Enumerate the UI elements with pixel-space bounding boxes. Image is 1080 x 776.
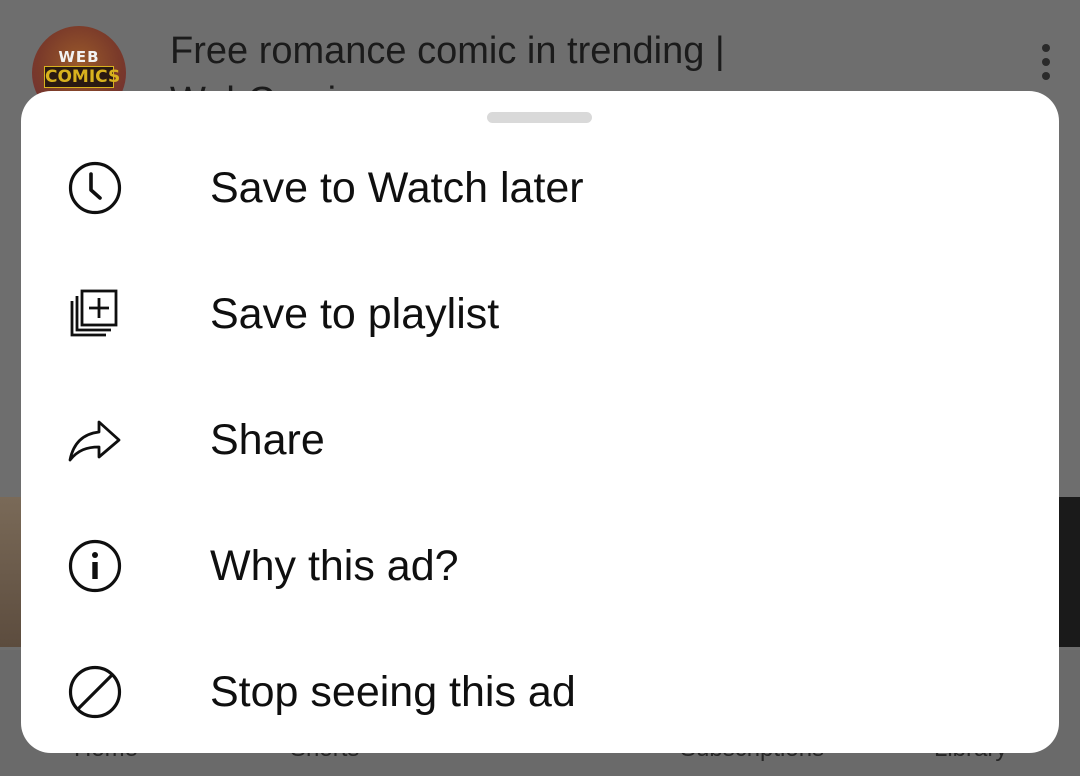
menu-item-label: Stop seeing this ad xyxy=(210,667,576,716)
menu-item-stop-seeing-ad[interactable]: Stop seeing this ad xyxy=(21,629,1059,753)
screen: WEB COMICS Free romance comic in trendin… xyxy=(0,0,1080,776)
info-icon xyxy=(67,538,123,594)
avatar-logo-text-bottom: COMICS xyxy=(44,66,121,88)
menu-item-share[interactable]: Share xyxy=(21,377,1059,503)
menu-item-save-playlist[interactable]: Save to playlist xyxy=(21,251,1059,377)
share-icon xyxy=(67,412,123,468)
clock-icon xyxy=(67,160,123,216)
block-icon xyxy=(67,664,123,720)
thumbnail-edge-right xyxy=(1058,497,1080,647)
options-bottom-sheet: Save to Watch later Save to playlist Sha… xyxy=(21,91,1059,753)
menu-item-why-this-ad[interactable]: Why this ad? xyxy=(21,503,1059,629)
thumbnail-edge-left xyxy=(0,497,22,647)
menu-item-label: Share xyxy=(210,415,325,464)
menu-item-label: Save to playlist xyxy=(210,289,500,338)
menu-item-label: Save to Watch later xyxy=(210,163,584,212)
menu-item-save-watch-later[interactable]: Save to Watch later xyxy=(21,125,1059,251)
drag-handle[interactable] xyxy=(487,112,592,123)
more-options-icon[interactable] xyxy=(1036,44,1056,84)
menu-item-label: Why this ad? xyxy=(210,541,459,590)
avatar-logo-text-top: WEB xyxy=(58,48,100,66)
playlist-add-icon xyxy=(67,286,123,342)
